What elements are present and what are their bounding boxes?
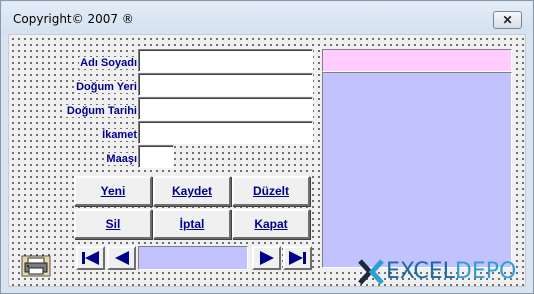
first-record-button[interactable] <box>76 246 105 270</box>
logo-wordmark: EXCELDEPO <box>386 259 517 284</box>
delete-button[interactable]: Sil <box>74 209 152 239</box>
label-salary: Maaşı <box>105 153 138 165</box>
edit-button[interactable]: Düzelt <box>232 176 310 206</box>
label-residence: İkamet <box>101 129 138 141</box>
close-window-button[interactable]: ✕ <box>493 11 522 29</box>
save-button[interactable]: Kaydet <box>153 176 231 206</box>
new-button[interactable]: Yeni <box>74 176 152 206</box>
form-body: Adı Soyadı Doğum Yeri Doğum Tarihi İkame… <box>8 34 526 287</box>
label-name: Adı Soyadı <box>79 57 138 69</box>
birthplace-field[interactable] <box>138 73 313 96</box>
exceldepo-logo: EXCELDEPO <box>358 257 528 287</box>
search-field[interactable] <box>322 49 512 72</box>
birthdate-field[interactable] <box>138 97 313 120</box>
userform-window: Copyright© 2007 ® ✕ Adı Soyadı Doğum Yer… <box>0 0 534 294</box>
label-birthdate: Doğum Tarihi <box>65 105 138 117</box>
salary-field[interactable] <box>138 145 174 168</box>
label-birthplace: Doğum Yeri <box>75 81 138 93</box>
previous-record-button[interactable] <box>107 246 136 270</box>
record-indicator[interactable] <box>138 246 248 270</box>
last-record-button[interactable] <box>283 246 312 270</box>
printer-icon[interactable] <box>21 255 51 277</box>
first-record-icon <box>81 251 99 265</box>
last-record-icon <box>288 251 306 265</box>
window-title: Copyright© 2007 ® <box>13 12 134 26</box>
records-listbox[interactable] <box>322 72 512 268</box>
logo-x-mark-icon <box>358 259 384 285</box>
title-bar[interactable]: Copyright© 2007 ® ✕ <box>2 2 532 34</box>
close-button[interactable]: Kapat <box>232 209 310 239</box>
next-record-button[interactable] <box>252 246 281 270</box>
next-record-icon <box>259 251 274 265</box>
previous-record-icon <box>114 251 129 265</box>
name-field[interactable] <box>138 49 313 72</box>
cancel-button[interactable]: İptal <box>153 209 231 239</box>
residence-field[interactable] <box>138 121 313 144</box>
